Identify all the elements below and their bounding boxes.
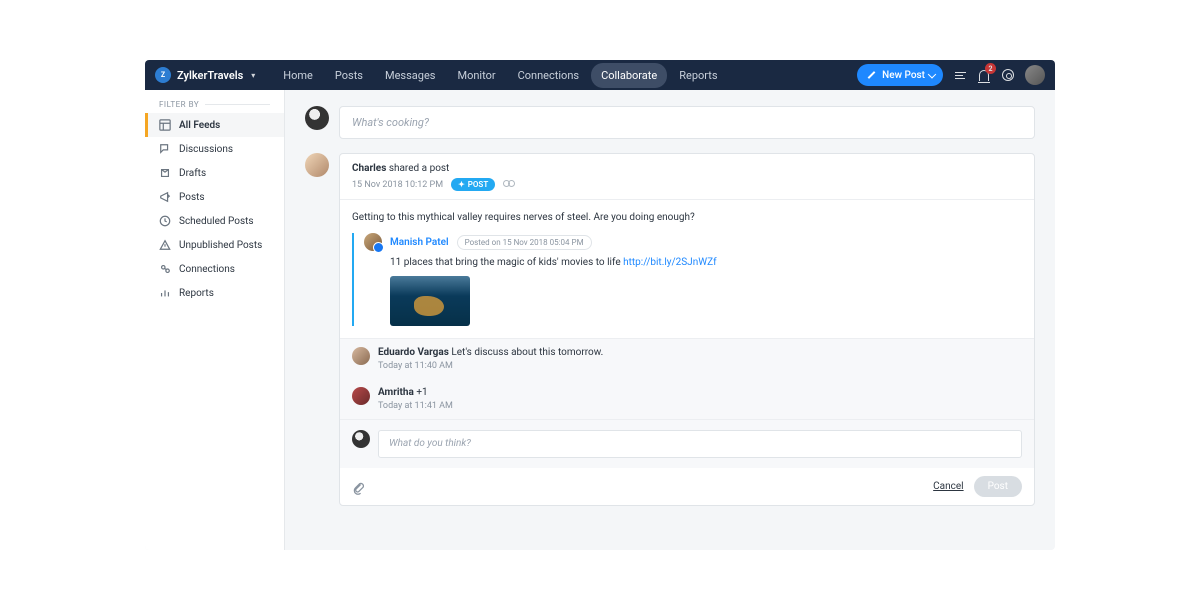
discussions-icon (159, 143, 171, 155)
post-card: Charles shared a post 15 Nov 2018 10:12 … (339, 153, 1035, 506)
sidebar-item-posts[interactable]: Posts (145, 185, 284, 209)
sidebar-item-label: All Feeds (179, 120, 220, 131)
filter-heading: FILTER BY (145, 100, 284, 113)
top-nav: Z ZylkerTravels ▾ Home Posts Messages Mo… (145, 60, 1055, 90)
reply-input[interactable]: What do you think? (378, 430, 1022, 458)
nav-reports[interactable]: Reports (669, 63, 727, 88)
brand-switcher[interactable]: Z ZylkerTravels ▾ (155, 67, 255, 83)
sidebar-item-discussions[interactable]: Discussions (145, 137, 284, 161)
quoted-post: Manish Patel Posted on 15 Nov 2018 05:04… (352, 233, 1022, 326)
comment-text: Let's discuss about this tomorrow. (451, 347, 603, 358)
comment-author: Eduardo Vargas (378, 347, 449, 358)
attachment-icon[interactable] (352, 480, 364, 494)
sidebar-item-connections[interactable]: Connections (145, 257, 284, 281)
sidebar: FILTER BY All Feeds Discussions Drafts P… (145, 90, 285, 550)
sidebar-item-unpublished[interactable]: Unpublished Posts (145, 233, 284, 257)
new-post-button[interactable]: New Post (857, 64, 943, 86)
user-avatar[interactable] (1025, 65, 1045, 85)
comment-avatar (352, 347, 370, 365)
sidebar-item-label: Unpublished Posts (179, 240, 262, 251)
quoted-text: 11 places that bring the magic of kids' … (390, 257, 1022, 268)
nav-monitor[interactable]: Monitor (447, 63, 505, 88)
composer-avatar (305, 106, 329, 130)
reply-avatar (352, 430, 370, 448)
sidebar-item-scheduled[interactable]: Scheduled Posts (145, 209, 284, 233)
comment-author: Amritha (378, 387, 414, 398)
clock-icon (159, 215, 171, 227)
composer-input[interactable]: What's cooking? (339, 106, 1035, 139)
nav-connections[interactable]: Connections (508, 63, 589, 88)
sidebar-item-label: Posts (179, 192, 205, 203)
chevron-down-icon: ▾ (251, 71, 255, 80)
sidebar-item-drafts[interactable]: Drafts (145, 161, 284, 185)
post-action: shared a post (389, 163, 450, 174)
comment-time: Today at 11:41 AM (378, 401, 453, 411)
settings-icon[interactable] (1001, 68, 1015, 82)
cancel-button[interactable]: Cancel (933, 481, 963, 492)
posts-icon (159, 191, 171, 203)
comment-avatar (352, 387, 370, 405)
nav-collaborate[interactable]: Collaborate (591, 63, 667, 88)
main-nav: Home Posts Messages Monitor Connections … (273, 63, 727, 88)
comment-time: Today at 11:40 AM (378, 361, 603, 371)
nav-home[interactable]: Home (273, 63, 323, 88)
sidebar-item-label: Drafts (179, 168, 206, 179)
brand-name: ZylkerTravels (177, 69, 243, 82)
nav-messages[interactable]: Messages (375, 63, 445, 88)
sidebar-item-label: Connections (179, 264, 235, 275)
sidebar-item-all-feeds[interactable]: All Feeds (145, 113, 284, 137)
sidebar-item-reports[interactable]: Reports (145, 281, 284, 305)
post-body-text: Getting to this mythical valley requires… (352, 212, 1022, 223)
drafts-icon (159, 167, 171, 179)
main-feed: What's cooking? Charles shared a post 15… (285, 90, 1055, 550)
quoted-author-avatar (364, 233, 382, 251)
post-type-chip: POST (451, 178, 495, 191)
quoted-author[interactable]: Manish Patel (390, 237, 449, 248)
comments-section: Eduardo Vargas Let's discuss about this … (340, 338, 1034, 468)
connections-icon (159, 263, 171, 275)
quoted-link[interactable]: http://bit.ly/2SJnWZf (623, 257, 716, 268)
sidebar-item-label: Reports (179, 288, 214, 299)
notification-badge: 2 (985, 63, 996, 74)
brand-logo: Z (155, 67, 171, 83)
post-timestamp: 15 Nov 2018 10:12 PM (352, 180, 443, 190)
comment-item: Amritha +1 Today at 11:41 AM (340, 379, 1034, 419)
warning-icon (159, 239, 171, 251)
sidebar-item-label: Discussions (179, 144, 233, 155)
quoted-thumbnail[interactable] (390, 276, 470, 326)
post-author: Charles (352, 163, 386, 174)
pencil-icon (867, 70, 877, 80)
feeds-icon (159, 119, 171, 131)
quoted-timestamp: Posted on 15 Nov 2018 05:04 PM (457, 235, 592, 250)
sidebar-item-label: Scheduled Posts (179, 216, 254, 227)
post-heading: Charles shared a post (352, 163, 1022, 174)
comment-text: +1 (416, 387, 427, 398)
notifications-icon[interactable]: 2 (977, 68, 991, 82)
post-author-avatar (305, 153, 329, 177)
comment-item: Eduardo Vargas Let's discuss about this … (340, 339, 1034, 379)
menu-icon[interactable] (953, 68, 967, 82)
audience-icon[interactable] (503, 180, 515, 190)
post-button[interactable]: Post (974, 476, 1022, 497)
new-post-label: New Post (882, 70, 925, 81)
reports-icon (159, 287, 171, 299)
nav-posts[interactable]: Posts (325, 63, 373, 88)
